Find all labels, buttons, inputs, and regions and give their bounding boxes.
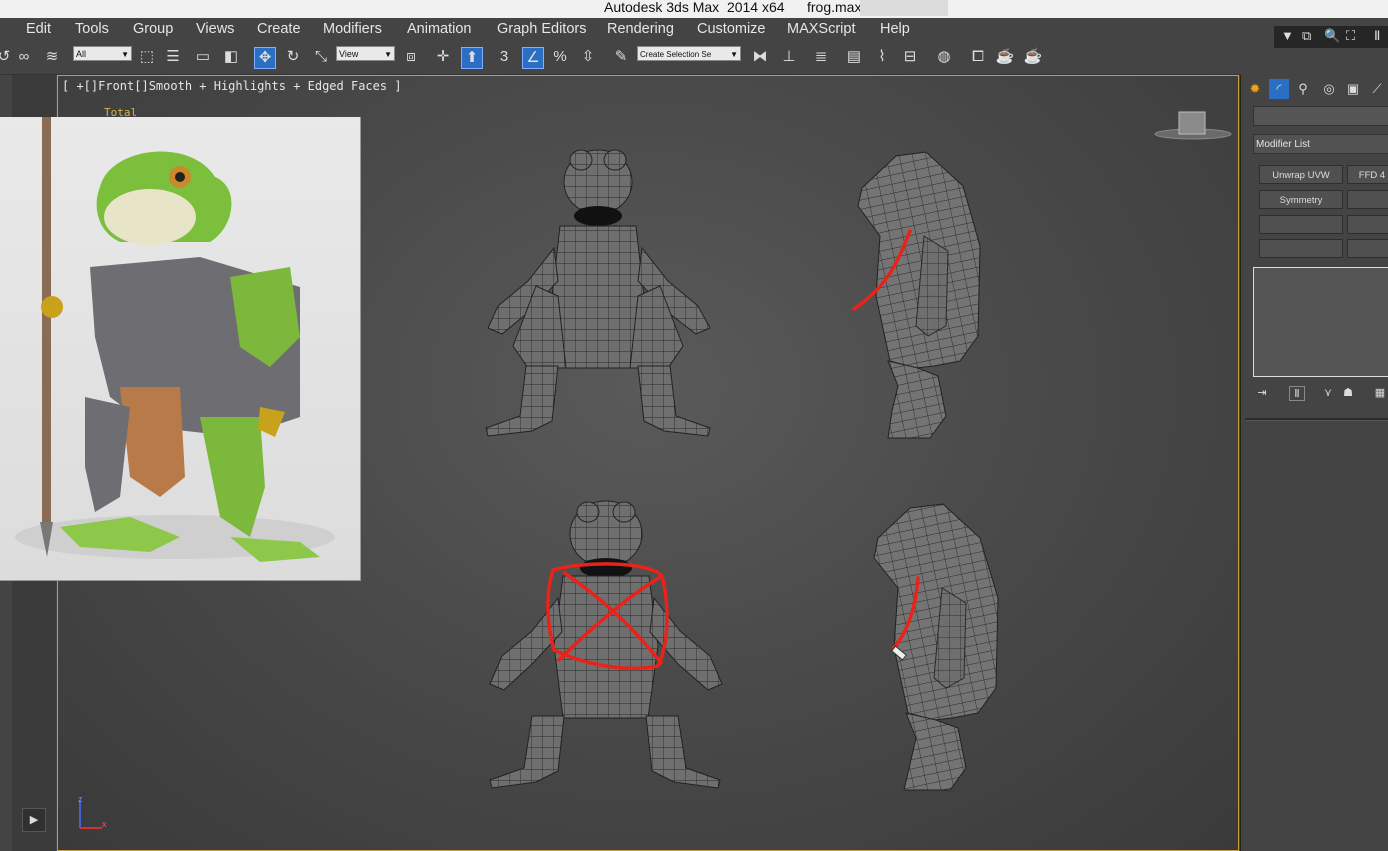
modifier-slot-button[interactable] <box>1259 215 1343 234</box>
app-title: Autodesk 3ds Max 2014 x64 <box>604 0 785 15</box>
frog-mesh-side-top[interactable] <box>852 151 981 439</box>
chevron-down-icon: ▼ <box>384 50 392 59</box>
material-editor-icon[interactable]: ◍ <box>934 47 954 67</box>
curve-editor-icon[interactable]: ⌇ <box>872 47 892 67</box>
mirror-icon[interactable]: ⧓ <box>750 47 770 67</box>
modifier-list-dropdown[interactable]: Modifier List <box>1253 134 1388 154</box>
title-bar: Autodesk 3ds Max 2014 x64 frog.max <box>0 0 1388 18</box>
object-name-field[interactable] <box>1253 106 1388 126</box>
pivot-center-icon[interactable]: ⧈ <box>401 47 421 67</box>
frog-mesh-side-bottom[interactable] <box>873 503 999 791</box>
dropdown-icon[interactable]: ▼ <box>1281 28 1294 43</box>
menu-create[interactable]: Create <box>257 21 301 37</box>
hierarchy-tab-icon[interactable]: ⚲ <box>1293 79 1313 99</box>
select-object-icon[interactable]: ⬚ <box>137 47 157 67</box>
unwrap-uvw-button[interactable]: Unwrap UVW <box>1259 165 1343 184</box>
menu-maxscript[interactable]: MAXScript <box>787 21 856 37</box>
axis-z-label: z <box>78 794 83 804</box>
named-selection-set-dropdown[interactable]: Create Selection Se ▼ <box>637 46 741 61</box>
utilities-tab-icon[interactable]: ⟋ <box>1367 79 1387 99</box>
menu-customize[interactable]: Customize <box>697 21 766 37</box>
restore-icon[interactable]: ⧉ <box>1302 28 1311 44</box>
modifier-list-label: Modifier List <box>1256 139 1310 150</box>
selection-filter-dropdown[interactable]: All ▼ <box>73 46 132 61</box>
menu-animation[interactable]: Animation <box>407 21 471 37</box>
remove-modifier-icon[interactable]: ☗ <box>1341 386 1355 399</box>
snaps-toggle-icon[interactable]: 3 <box>494 47 514 67</box>
menu-views[interactable]: Views <box>196 21 234 37</box>
schematic-view-icon[interactable]: ⊟ <box>900 47 920 67</box>
named-selection-placeholder: Create Selection Se <box>640 50 712 59</box>
make-unique-icon[interactable]: ⋎ <box>1321 386 1335 399</box>
ffd-button[interactable]: FFD 4 <box>1347 165 1388 184</box>
select-and-move-icon[interactable]: ✥ <box>254 47 276 69</box>
modifier-stack[interactable] <box>1253 267 1388 377</box>
chevron-down-icon: ▼ <box>730 50 738 59</box>
align-icon[interactable]: ⊥ <box>779 47 799 67</box>
motion-tab-icon[interactable]: ◎ <box>1319 79 1339 99</box>
file-name: frog.max <box>807 0 862 15</box>
menu-rendering[interactable]: Rendering <box>607 21 674 37</box>
select-and-rotate-icon[interactable]: ↻ <box>283 47 303 67</box>
edit-named-selection-icon[interactable]: ✎ <box>611 47 631 67</box>
maximize-viewport-icon[interactable]: ⛶ <box>1346 28 1355 44</box>
symmetry-button[interactable]: Symmetry <box>1259 190 1343 209</box>
selection-filter-value: All <box>76 49 87 59</box>
menu-group[interactable]: Group <box>133 21 173 37</box>
modifier-slot-button[interactable] <box>1347 239 1388 258</box>
keyboard-shortcut-override-icon[interactable]: ⬆ <box>461 47 483 69</box>
create-tab-icon[interactable]: ✹ <box>1245 79 1265 99</box>
chevron-down-icon: ▼ <box>121 50 129 59</box>
menu-modifiers[interactable]: Modifiers <box>323 21 382 37</box>
command-panel: ✹ ◜ ⚲ ◎ ▣ ⟋ Modifier List Unwrap UVW FFD… <box>1240 75 1388 851</box>
frog-mesh-front-bottom[interactable] <box>489 500 723 789</box>
display-tab-icon[interactable]: ▣ <box>1343 79 1363 99</box>
window-crossing-icon[interactable]: ◧ <box>221 47 241 67</box>
manipulate-icon[interactable]: ✛ <box>433 47 453 67</box>
spinner-snap-icon[interactable]: ⇳ <box>578 47 598 67</box>
pin-stack-icon[interactable]: ⇥ <box>1255 386 1269 399</box>
menu-bar: Edit Tools Group Views Create Modifiers … <box>0 18 1388 42</box>
menu-graph-editors[interactable]: Graph Editors <box>497 21 586 37</box>
bind-space-warp-icon[interactable]: ≋ <box>42 47 62 67</box>
menu-tools[interactable]: Tools <box>75 21 109 37</box>
percent-snap-icon[interactable]: % <box>550 47 570 67</box>
undo-icon[interactable]: ↺ <box>0 47 14 67</box>
modifier-slot-button[interactable] <box>1347 215 1388 234</box>
axis-tripod: z x <box>78 794 107 829</box>
play-button[interactable]: ▶ <box>22 808 46 832</box>
render-setup-icon[interactable]: ⧠ <box>968 47 988 67</box>
title-overlay <box>860 0 948 16</box>
modify-tab-icon[interactable]: ◜ <box>1269 79 1289 99</box>
command-panel-tabs: ✹ ◜ ⚲ ◎ ▣ ⟋ <box>1245 79 1388 99</box>
render-production-icon[interactable]: ☕ <box>1023 47 1043 67</box>
modifier-slot-button[interactable] <box>1347 190 1388 209</box>
menu-edit[interactable]: Edit <box>26 21 51 37</box>
rectangular-selection-icon[interactable]: ▭ <box>193 47 213 67</box>
reference-coordinate-dropdown[interactable]: View ▼ <box>336 46 395 61</box>
panel-divider <box>1245 418 1388 421</box>
select-and-scale-icon[interactable]: ⤡ <box>311 47 331 67</box>
configure-modifier-sets-icon[interactable]: ▦ <box>1373 386 1387 399</box>
layer-manager-icon[interactable]: ≣ <box>811 47 831 67</box>
frog-knight-reference-illustration <box>15 117 335 562</box>
menu-help[interactable]: Help <box>880 21 910 37</box>
modifier-slot-button[interactable] <box>1259 239 1343 258</box>
toggle-ribbon-icon[interactable]: ▤ <box>844 47 864 67</box>
show-end-result-icon[interactable]: Ⅱ <box>1289 386 1305 401</box>
angle-snap-icon[interactable]: ∠ <box>522 47 544 69</box>
reference-image-window[interactable] <box>0 117 361 581</box>
rendered-frame-window-icon[interactable]: ☕ <box>995 47 1015 67</box>
select-by-name-icon[interactable]: ☰ <box>163 47 183 67</box>
info-center-toolbar: ▼ ⧉ 🔍 ⛶ Ⅱ <box>1274 26 1388 48</box>
axis-x-label: x <box>102 819 107 829</box>
link-icon[interactable]: ∞ <box>14 47 34 67</box>
reference-coordinate-value: View <box>339 49 359 59</box>
tools-icon[interactable]: Ⅱ <box>1374 28 1380 44</box>
frog-mesh-front-top[interactable] <box>485 149 711 437</box>
play-icon: ▶ <box>29 814 39 826</box>
search-icon[interactable]: 🔍 <box>1324 28 1340 44</box>
main-toolbar: ↺ ∞ ≋ All ▼ ⬚ ☰ ▭ ◧ ✥ ↻ ⤡ View ▼ ⧈ ✛ ⬆ 3 ∠… <box>0 42 1240 75</box>
